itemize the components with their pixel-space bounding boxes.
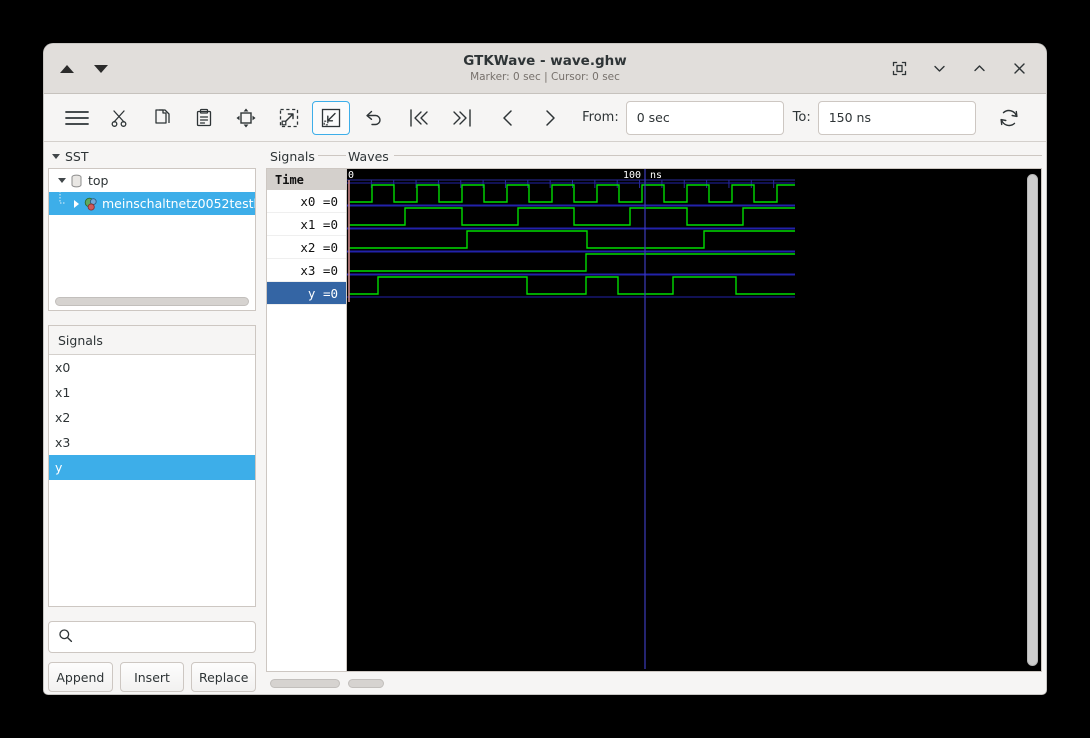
table-row[interactable]: x2 =0 bbox=[267, 236, 346, 259]
table-row[interactable]: x1 =0 bbox=[267, 213, 346, 236]
waves-label: Waves bbox=[348, 148, 389, 164]
zoom-fit-icon[interactable] bbox=[227, 101, 265, 135]
time-label: Time bbox=[267, 169, 346, 190]
to-value: 150 ns bbox=[828, 110, 871, 125]
tree-item-top[interactable]: top bbox=[49, 169, 255, 192]
wave-signal-name-column: Signals Time x0 =0 x1 =0 x2 =0 x3 =0 y =… bbox=[266, 142, 346, 694]
from-label: From: bbox=[582, 110, 619, 125]
module-icon bbox=[69, 174, 84, 188]
tree-guide-line bbox=[55, 190, 69, 217]
maximize-icon[interactable] bbox=[970, 60, 988, 78]
wave-signals-label: Signals bbox=[270, 148, 315, 164]
tree-expander-instance[interactable] bbox=[69, 199, 83, 208]
insert-button[interactable]: Insert bbox=[119, 662, 185, 692]
search-input[interactable] bbox=[48, 621, 256, 653]
title-bar: GTKWave - wave.ghw Marker: 0 sec | Curso… bbox=[44, 44, 1046, 94]
from-input[interactable]: 0 sec bbox=[625, 100, 784, 135]
menu-icon[interactable] bbox=[58, 101, 96, 135]
tree-horizontal-scrollbar[interactable] bbox=[55, 297, 249, 306]
svg-text:0: 0 bbox=[348, 170, 354, 181]
goto-end-icon[interactable] bbox=[442, 101, 480, 135]
wave-vertical-scrollbar[interactable] bbox=[1024, 169, 1041, 671]
signal-name: x1 bbox=[55, 385, 71, 400]
wave-signal-name: x1 =0 bbox=[300, 216, 338, 232]
svg-text:ns: ns bbox=[650, 170, 662, 181]
svg-text:100: 100 bbox=[623, 170, 641, 181]
goto-start-icon[interactable] bbox=[400, 101, 438, 135]
list-item[interactable]: x0 bbox=[49, 355, 255, 380]
sst-header[interactable]: SST bbox=[48, 146, 256, 166]
next-edge-icon[interactable] bbox=[531, 101, 569, 135]
scroll-up-icon[interactable] bbox=[60, 64, 74, 73]
list-item[interactable]: y bbox=[49, 455, 255, 480]
window-controls bbox=[890, 60, 1046, 78]
zoom-in-icon[interactable] bbox=[269, 101, 307, 135]
list-item[interactable]: x3 bbox=[49, 430, 255, 455]
search-icon bbox=[58, 628, 73, 647]
wave-signal-name: y =0 bbox=[307, 285, 338, 301]
tree-label-instance: meinschaltnetz0052testb bbox=[102, 196, 256, 211]
paste-icon[interactable] bbox=[185, 101, 223, 135]
close-icon[interactable] bbox=[1010, 60, 1028, 78]
from-value: 0 sec bbox=[636, 110, 670, 125]
wave-canvas[interactable]: 0 100 ns bbox=[347, 169, 1024, 671]
titlebar-nav-buttons bbox=[44, 64, 108, 73]
reload-icon[interactable] bbox=[990, 101, 1028, 135]
wave-vertical-scroll-thumb[interactable] bbox=[1027, 174, 1038, 666]
tree-item-instance[interactable]: meinschaltnetz0052testb bbox=[49, 190, 256, 217]
sst-tree[interactable]: top meinschaltnetz0052testb bbox=[48, 168, 256, 311]
tree-expander-top[interactable] bbox=[55, 178, 69, 183]
sst-label: SST bbox=[65, 148, 89, 164]
table-row[interactable]: x3 =0 bbox=[267, 259, 346, 282]
signal-name: y bbox=[55, 460, 63, 475]
minimize-icon[interactable] bbox=[930, 60, 948, 78]
wave-footer bbox=[346, 672, 1042, 694]
signal-name: x2 bbox=[55, 410, 71, 425]
header-rule bbox=[318, 155, 346, 156]
chevron-down-icon bbox=[52, 153, 60, 159]
wave-display-area[interactable]: 0 100 ns bbox=[346, 168, 1042, 672]
gtkwave-window: GTKWave - wave.ghw Marker: 0 sec | Curso… bbox=[44, 44, 1046, 694]
main-toolbar: From: 0 sec To: 150 ns bbox=[44, 94, 1046, 142]
pane-splitter[interactable] bbox=[256, 142, 266, 694]
wave-signal-name: x3 =0 bbox=[300, 262, 338, 278]
header-rule bbox=[394, 155, 1042, 156]
signal-list-header: Signals bbox=[49, 326, 255, 355]
cut-icon[interactable] bbox=[100, 101, 138, 135]
instance-icon bbox=[83, 197, 98, 211]
to-input[interactable]: 150 ns bbox=[817, 100, 976, 135]
append-button[interactable]: Append bbox=[48, 662, 113, 692]
signal-name: x3 bbox=[55, 435, 71, 450]
zoom-out-icon[interactable] bbox=[311, 100, 351, 135]
wave-signal-name: x0 =0 bbox=[300, 193, 338, 209]
list-item[interactable]: x2 bbox=[49, 405, 255, 430]
signal-name: x0 bbox=[55, 360, 71, 375]
wave-horizontal-scrollbar[interactable] bbox=[348, 678, 384, 688]
replace-button[interactable]: Replace bbox=[191, 662, 257, 692]
table-row[interactable]: y =0 bbox=[267, 282, 346, 305]
list-item[interactable]: x1 bbox=[49, 380, 255, 405]
wave-pane: Waves 0 100 ns bbox=[346, 142, 1046, 694]
name-column-footer bbox=[266, 672, 346, 694]
copy-icon[interactable] bbox=[143, 101, 181, 135]
action-button-row: Append Insert Replace bbox=[48, 662, 257, 692]
scroll-down-icon[interactable] bbox=[94, 64, 108, 73]
chevron-right-icon bbox=[73, 199, 79, 208]
undo-icon[interactable] bbox=[354, 101, 392, 135]
to-label: To: bbox=[792, 110, 811, 125]
prev-edge-icon[interactable] bbox=[489, 101, 527, 135]
wave-signal-name: x2 =0 bbox=[300, 239, 338, 255]
chevron-down-icon bbox=[58, 178, 66, 183]
left-pane: SST top meinschaltnetz0052testb Signals … bbox=[44, 142, 257, 694]
wave-signals-header: Signals bbox=[266, 146, 346, 166]
restore-icon[interactable] bbox=[890, 60, 908, 78]
waves-header: Waves bbox=[346, 146, 1042, 166]
main-body: SST top meinschaltnetz0052testb Signals … bbox=[44, 142, 1046, 694]
table-row[interactable]: x0 =0 bbox=[267, 190, 346, 213]
tree-label-top: top bbox=[88, 173, 109, 188]
name-horizontal-scrollbar[interactable] bbox=[270, 678, 340, 688]
waveform-plot[interactable]: 0 100 ns bbox=[347, 169, 1024, 671]
signal-list-panel: Signals x0 x1 x2 x3 y bbox=[48, 325, 256, 607]
signal-name-list[interactable]: Time x0 =0 x1 =0 x2 =0 x3 =0 y =0 bbox=[266, 168, 346, 672]
